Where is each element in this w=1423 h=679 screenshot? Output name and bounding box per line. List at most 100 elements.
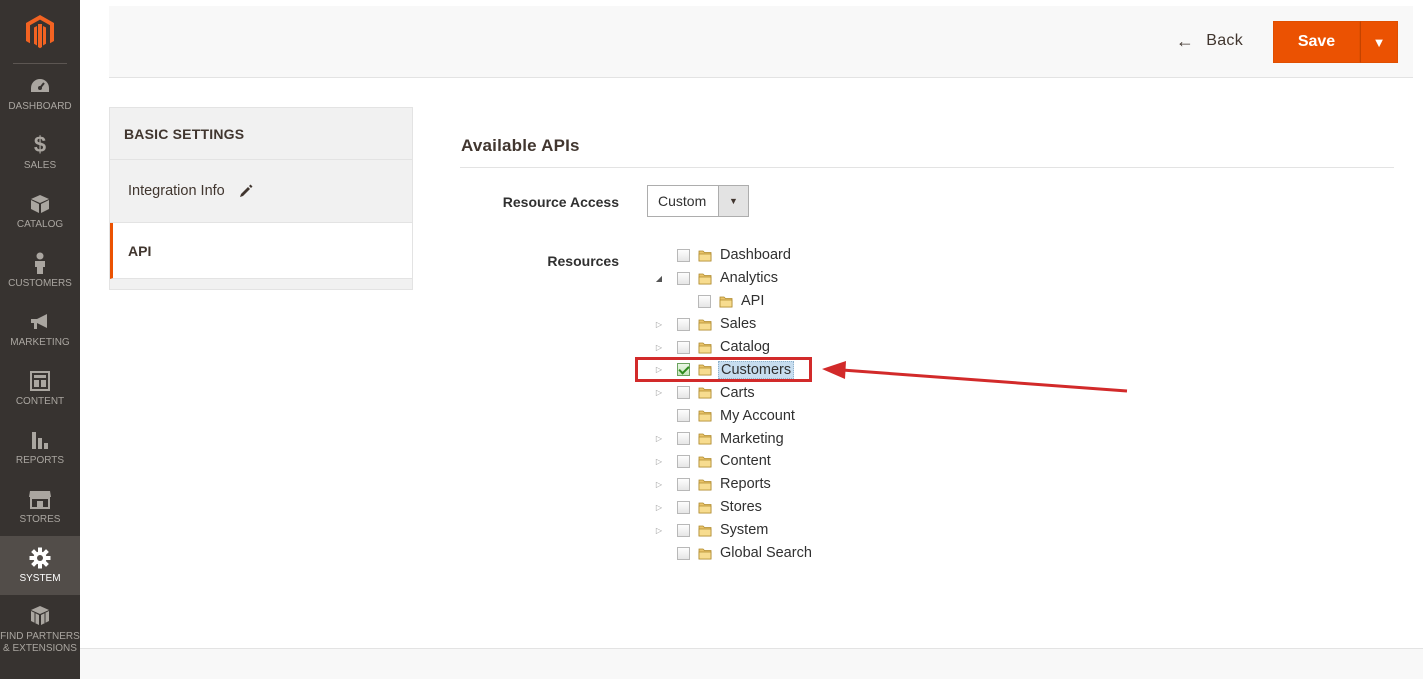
arrow-left-icon: ← bbox=[1175, 31, 1195, 51]
tree-node-label: Sales bbox=[720, 316, 757, 333]
tree-node-label: Content bbox=[720, 453, 771, 470]
dollar-icon: $ bbox=[33, 131, 47, 157]
tree-node-label: Global Search bbox=[720, 545, 812, 562]
tree-node-label: System bbox=[720, 522, 769, 539]
resource-access-select[interactable]: Custom ▼ bbox=[647, 185, 749, 217]
boxes-icon bbox=[29, 605, 51, 627]
page-actions-bar: ← Back Save ▼ bbox=[109, 6, 1413, 78]
tree-node[interactable]: ▷ Content bbox=[650, 450, 814, 473]
sidebar-item-system[interactable]: SYSTEM bbox=[0, 536, 80, 595]
folder-icon bbox=[698, 547, 712, 560]
section-title: Available APIs bbox=[461, 136, 580, 155]
caret-down-icon: ▼ bbox=[718, 186, 748, 216]
layout-icon bbox=[30, 370, 50, 392]
footer-bar bbox=[80, 648, 1423, 679]
tab-api[interactable]: API bbox=[110, 223, 412, 279]
tree-node[interactable]: Global Search bbox=[650, 542, 814, 565]
tree-node-checkbox[interactable] bbox=[677, 317, 690, 331]
sidebar-item-find-partners[interactable]: FIND PARTNERS & EXTENSIONS bbox=[0, 595, 80, 665]
tree-node[interactable]: ▷ Reports bbox=[650, 473, 814, 496]
dashboard-gauge-icon bbox=[29, 75, 51, 97]
tree-node-checkbox[interactable] bbox=[677, 523, 690, 537]
resource-access-label: Resource Access bbox=[502, 194, 619, 210]
expanded-triangle-icon[interactable]: ◢ bbox=[650, 274, 668, 283]
tree-node[interactable]: API bbox=[650, 290, 814, 313]
section-divider bbox=[460, 167, 1394, 168]
person-icon bbox=[33, 252, 47, 274]
sidebar-item-reports[interactable]: REPORTS bbox=[0, 418, 80, 477]
sidebar-item-content[interactable]: CONTENT bbox=[0, 359, 80, 418]
tree-node-checkbox[interactable] bbox=[677, 271, 690, 285]
sidebar-item-marketing[interactable]: MARKETING bbox=[0, 300, 80, 359]
tree-node-checkbox[interactable] bbox=[677, 248, 690, 262]
folder-icon bbox=[698, 272, 712, 285]
sidebar-item-dashboard[interactable]: DASHBOARD bbox=[0, 64, 80, 123]
sidebar-item-stores[interactable]: STORES bbox=[0, 477, 80, 536]
admin-sidebar: DASHBOARD $ SALES CATALOG CUSTOMERS MARK… bbox=[0, 0, 80, 679]
triangle-down-icon: ▼ bbox=[1372, 34, 1386, 50]
back-button[interactable]: ← Back bbox=[1176, 32, 1243, 50]
back-button-label: Back bbox=[1206, 32, 1243, 49]
tree-node-checkbox[interactable] bbox=[698, 294, 711, 308]
tree-node[interactable]: ▷ System bbox=[650, 519, 814, 542]
collapsed-triangle-icon[interactable]: ▷ bbox=[650, 343, 668, 352]
folder-icon bbox=[698, 341, 712, 354]
folder-icon bbox=[698, 318, 712, 331]
collapsed-triangle-icon[interactable]: ▷ bbox=[650, 503, 668, 512]
tree-node-checkbox[interactable] bbox=[677, 500, 690, 514]
tree-node-label: Catalog bbox=[720, 339, 770, 355]
tree-node-checkbox[interactable] bbox=[677, 477, 690, 491]
tab-integration-info[interactable]: Integration Info bbox=[110, 160, 412, 223]
tree-node[interactable]: ▷ Stores bbox=[650, 496, 814, 519]
tree-node-checkbox[interactable] bbox=[677, 546, 690, 560]
tree-node-checkbox[interactable] bbox=[677, 432, 690, 446]
tree-node-label: Carts bbox=[720, 384, 755, 401]
tree-node-label: API bbox=[741, 293, 765, 310]
resource-tree: Dashboard ◢ Analytics API ▷ Sales ▷ Catalog ▷ Cus… bbox=[650, 244, 814, 564]
folder-icon bbox=[698, 524, 712, 537]
collapsed-triangle-icon[interactable]: ▷ bbox=[650, 434, 668, 443]
tree-node[interactable]: My Account bbox=[650, 404, 814, 427]
tree-node-checkbox[interactable] bbox=[677, 386, 690, 400]
sidebar-item-customers[interactable]: CUSTOMERS bbox=[0, 241, 80, 300]
save-split-button: Save ▼ bbox=[1273, 21, 1398, 63]
folder-icon bbox=[698, 386, 712, 399]
folder-icon bbox=[698, 501, 712, 514]
tree-node-label: Marketing bbox=[720, 430, 784, 447]
save-dropdown-toggle[interactable]: ▼ bbox=[1360, 21, 1398, 63]
tree-node-checkbox[interactable] bbox=[677, 454, 690, 468]
tree-node-label: Stores bbox=[720, 499, 762, 516]
tree-node[interactable]: ▷ Catalog bbox=[650, 336, 814, 359]
tab-label: API bbox=[128, 242, 152, 259]
tree-node[interactable]: ◢ Analytics bbox=[650, 267, 814, 290]
pencil-icon bbox=[239, 184, 253, 198]
storefront-icon bbox=[28, 488, 52, 510]
tree-node-label: Analytics bbox=[720, 270, 779, 287]
tree-node[interactable]: ▷ Sales bbox=[650, 313, 814, 336]
magento-logo[interactable] bbox=[13, 0, 67, 64]
folder-icon bbox=[719, 295, 733, 308]
tree-node[interactable]: ▷ Carts bbox=[650, 381, 814, 404]
megaphone-icon bbox=[29, 311, 51, 333]
tree-node-checkbox[interactable] bbox=[677, 340, 690, 354]
collapsed-triangle-icon[interactable]: ▷ bbox=[650, 320, 668, 329]
tree-node-label: My Account bbox=[720, 407, 795, 424]
sidebar-item-sales[interactable]: $ SALES bbox=[0, 123, 80, 182]
collapsed-triangle-icon[interactable]: ▷ bbox=[650, 388, 668, 397]
settings-tabs: BASIC SETTINGS Integration Info API bbox=[109, 107, 413, 290]
tree-node-checkbox[interactable] bbox=[677, 409, 690, 423]
bar-chart-icon bbox=[30, 429, 50, 451]
magento-logo-icon bbox=[26, 14, 54, 48]
save-button[interactable]: Save bbox=[1273, 21, 1360, 63]
tree-node-label: Reports bbox=[720, 476, 771, 493]
tree-node[interactable]: Dashboard bbox=[650, 244, 814, 267]
collapsed-triangle-icon[interactable]: ▷ bbox=[650, 457, 668, 466]
tree-node[interactable]: ▷ Marketing bbox=[650, 427, 814, 450]
collapsed-triangle-icon[interactable]: ▷ bbox=[650, 526, 668, 535]
collapsed-triangle-icon[interactable]: ▷ bbox=[650, 480, 668, 489]
folder-icon bbox=[698, 409, 712, 422]
resource-access-value: Custom bbox=[658, 193, 707, 209]
folder-icon bbox=[698, 478, 712, 491]
sidebar-item-catalog[interactable]: CATALOG bbox=[0, 182, 80, 241]
folder-icon bbox=[698, 249, 712, 262]
